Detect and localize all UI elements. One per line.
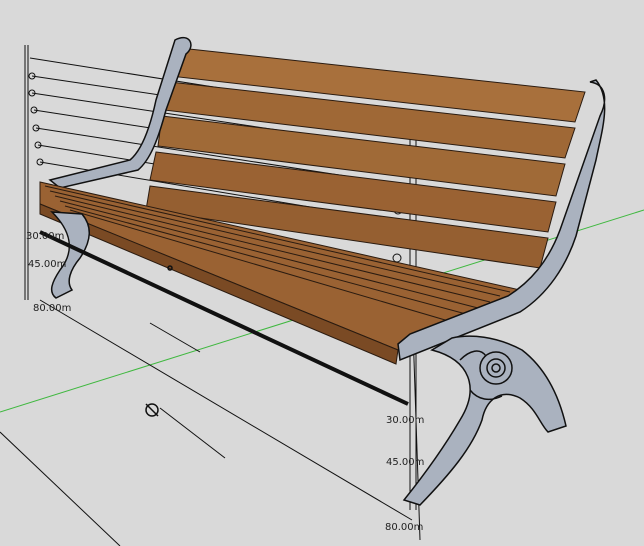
dimension-left-middle: 45.00m	[28, 259, 67, 270]
dimension-left-upper: 30.00m	[26, 231, 65, 242]
dimension-right-upper: 30.00m	[386, 415, 425, 426]
left-leg	[50, 211, 90, 299]
dimension-right-lower: 80.00m	[385, 522, 424, 533]
right-leg	[402, 335, 567, 506]
bench-model-canvas[interactable]	[0, 0, 644, 546]
modeling-viewport[interactable]: 30.00m 45.00m 80.00m 30.00m 45.00m 80.00…	[0, 0, 644, 546]
dimension-left-lower: 80.00m	[33, 303, 72, 314]
dimension-right-middle: 45.00m	[386, 457, 425, 468]
